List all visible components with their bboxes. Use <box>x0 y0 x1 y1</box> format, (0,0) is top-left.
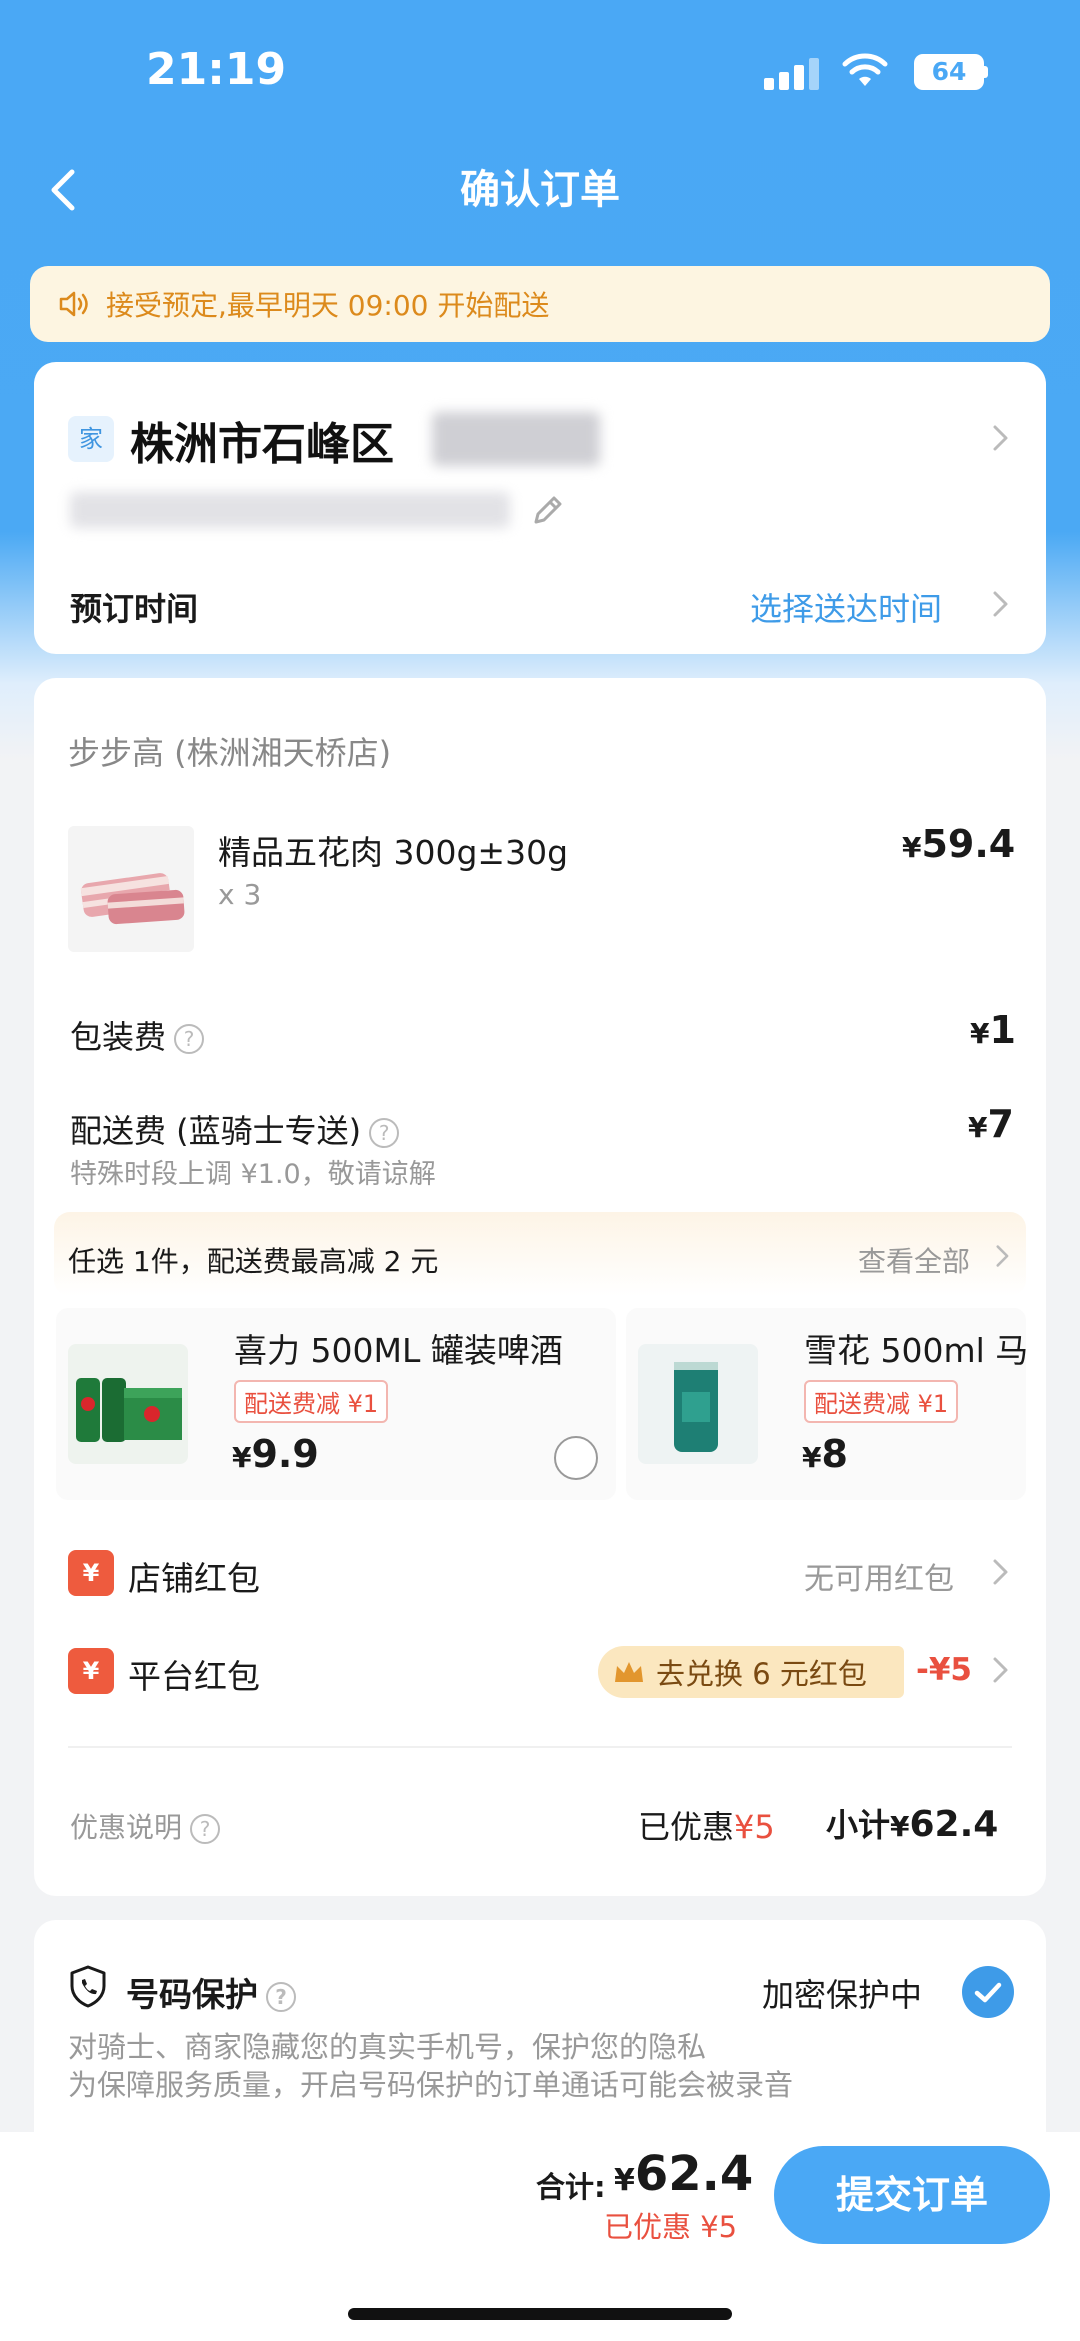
signal-icon <box>764 58 820 90</box>
packaging-fee-row: 包装费? <box>70 1012 205 1058</box>
recommend-item[interactable]: 喜力 500ML 罐装啤酒 配送费减 ¥1 ¥9.9 <box>56 1308 616 1500</box>
address-card[interactable]: 家 株洲市石峰区 预订时间 选择送达时间 <box>34 362 1046 654</box>
notice-banner: 接受预定,最早明天 09:00 开始配送 <box>30 266 1050 342</box>
chevron-right-icon[interactable] <box>990 1244 1014 1268</box>
privacy-checkbox[interactable] <box>962 1966 1014 2018</box>
privacy-card: 号码保护? 加密保护中 对骑士、商家隐藏您的真实手机号，保护您的隐私 为保障服务… <box>34 1920 1046 2160</box>
help-icon[interactable]: ? <box>174 1024 205 1054</box>
recommend-name: 雪花 500ml 马尔斯 <box>804 1331 1026 1370</box>
chevron-right-icon[interactable] <box>986 424 1014 452</box>
store-coupon-label: 店铺红包 <box>128 1559 260 1598</box>
address-redacted <box>432 412 600 466</box>
notice-text: 接受预定,最早明天 09:00 开始配送 <box>106 289 550 322</box>
saved-summary: 已优惠¥5 <box>638 1808 775 1846</box>
chevron-right-icon[interactable] <box>986 1656 1014 1684</box>
coupon-icon: ¥ <box>68 1550 114 1596</box>
discount-explain[interactable]: 优惠说明? <box>70 1806 221 1846</box>
page-title: 确认订单 <box>460 167 620 213</box>
total-label: 合计: <box>536 2170 606 2204</box>
select-time-link[interactable]: 选择送达时间 <box>750 584 942 630</box>
check-icon <box>974 1982 1002 2003</box>
packaging-fee-label: 包装费 <box>70 1018 167 1056</box>
product-image <box>638 1344 758 1464</box>
product-qty: x 3 <box>218 878 262 911</box>
submit-order-button[interactable]: 提交订单 <box>774 2146 1050 2244</box>
recommend-price: ¥9.9 <box>232 1432 319 1476</box>
privacy-description: 对骑士、商家隐藏您的真实手机号，保护您的隐私 为保障服务质量，开启号码保护的订单… <box>68 2030 794 2102</box>
recommend-price: ¥8 <box>802 1432 848 1476</box>
recommend-name: 喜力 500ML 罐装啤酒 <box>234 1331 563 1370</box>
home-tag: 家 <box>68 416 114 462</box>
battery-icon: 64 <box>914 54 984 90</box>
battery-tip <box>984 66 988 78</box>
product-image <box>68 826 194 952</box>
total-price: ¥62.4 <box>614 2146 754 2202</box>
total-discount: 已优惠 ¥5 <box>604 2210 738 2244</box>
delivery-fee-value: ¥7 <box>968 1102 1014 1146</box>
schedule-label: 预订时间 <box>70 590 199 628</box>
status-time: 21:19 <box>146 44 287 95</box>
store-coupon-value[interactable]: 无可用红包 <box>804 1554 954 1598</box>
product-price: ¥59.4 <box>902 822 1016 866</box>
privacy-status: 加密保护中 <box>762 1976 923 2014</box>
chevron-right-icon[interactable] <box>986 1558 1014 1586</box>
shield-phone-icon <box>70 1965 106 2008</box>
exchange-coupon-label: 去兑换 6 元红包 <box>656 1657 867 1691</box>
exchange-coupon-button[interactable]: 去兑换 6 元红包 <box>598 1646 904 1698</box>
delivery-fee-label: 配送费 (蓝骑士专送) <box>70 1112 362 1150</box>
edit-icon[interactable] <box>526 490 568 532</box>
product-name: 精品五花肉 300g±30g <box>218 833 569 872</box>
crown-icon <box>615 1662 643 1682</box>
recommend-tag: 配送费减 ¥1 <box>804 1380 959 1423</box>
store-name: 步步高 (株洲湘天桥店) <box>68 734 392 772</box>
subtotal: 小计¥62.4 <box>826 1804 999 1845</box>
platform-coupon-label: 平台红包 <box>128 1657 260 1696</box>
order-card: 步步高 (株洲湘天桥店) 精品五花肉 300g±30g x 3 ¥59.4 包装… <box>34 678 1046 1896</box>
back-icon[interactable] <box>40 160 90 220</box>
chevron-right-icon[interactable] <box>986 590 1014 618</box>
help-icon[interactable]: ? <box>190 1814 221 1844</box>
help-icon[interactable]: ? <box>369 1118 400 1148</box>
recommend-item[interactable]: 雪花 500ml 马尔斯 配送费减 ¥1 ¥8 <box>626 1308 1026 1500</box>
address-main: 株洲市石峰区 <box>130 419 394 470</box>
divider <box>68 1746 1012 1748</box>
platform-coupon-value: -¥5 <box>916 1652 973 1688</box>
delivery-fee-note: 特殊时段上调 ¥1.0，敬请谅解 <box>70 1159 436 1190</box>
wifi-icon <box>842 53 888 86</box>
help-icon[interactable]: ? <box>266 1981 296 2012</box>
packaging-fee-value: ¥1 <box>970 1008 1016 1052</box>
promo-title: 任选 1件，配送费最高减 2 元 <box>68 1245 439 1278</box>
recommend-tag: 配送费减 ¥1 <box>234 1380 389 1423</box>
contact-redacted <box>70 492 510 528</box>
coupon-icon: ¥ <box>68 1648 114 1694</box>
promo-more-link[interactable]: 查看全部 <box>858 1240 970 1280</box>
speaker-icon <box>59 291 88 317</box>
select-radio[interactable] <box>554 1436 598 1480</box>
delivery-fee-row: 配送费 (蓝骑士专送)? <box>70 1106 400 1152</box>
privacy-title: 号码保护? <box>126 1968 296 2016</box>
product-image <box>68 1344 188 1464</box>
home-indicator <box>348 2308 732 2320</box>
